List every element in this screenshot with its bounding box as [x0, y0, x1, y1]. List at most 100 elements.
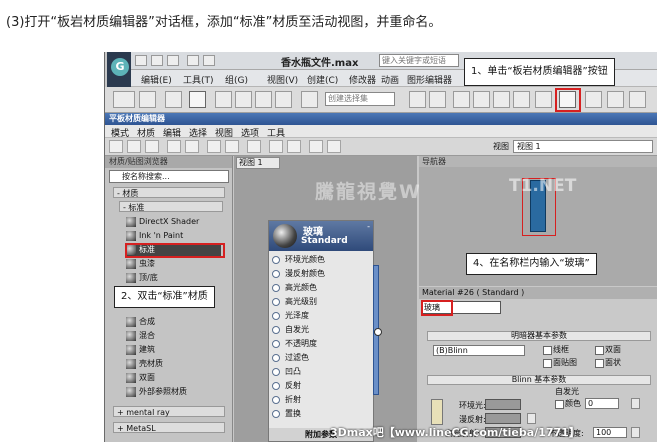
socket-icon[interactable]: [272, 396, 280, 404]
material-item[interactable]: Ink 'n Paint: [125, 230, 221, 242]
face-map-checkbox[interactable]: 面贴图: [543, 358, 577, 368]
show-map-icon[interactable]: [225, 140, 239, 153]
angle-snap-icon[interactable]: [235, 91, 252, 108]
select-icon[interactable]: [189, 91, 206, 108]
group-mental-ray[interactable]: + mental ray: [113, 406, 225, 417]
wire-checkbox[interactable]: 线框: [543, 345, 569, 355]
layout-all-icon[interactable]: [269, 140, 283, 153]
group-materials[interactable]: - 材质: [113, 187, 225, 198]
material-map-navigator-icon[interactable]: [309, 140, 323, 153]
opacity-map-button[interactable]: [631, 427, 640, 438]
background-icon[interactable]: [247, 140, 261, 153]
socket-icon[interactable]: [272, 312, 280, 320]
material-node[interactable]: 玻璃 Standard - 环境光颜色 漫反射颜色 高光颜色 高光级别 光泽度 …: [268, 220, 374, 442]
undo-icon[interactable]: [187, 55, 199, 66]
node-slot[interactable]: 环境光颜色: [271, 253, 371, 267]
assign-material-icon[interactable]: [145, 140, 159, 153]
node-slot[interactable]: 置换: [271, 407, 371, 421]
socket-icon[interactable]: [272, 340, 280, 348]
self-illum-color-checkbox[interactable]: 颜色: [555, 399, 581, 409]
link-icon[interactable]: [139, 91, 156, 108]
render-icon[interactable]: [629, 91, 646, 108]
layer-icon[interactable]: [453, 91, 470, 108]
menu-animation[interactable]: 动画: [381, 73, 399, 86]
node-slot[interactable]: 漫反射颜色: [271, 267, 371, 281]
menu-graph-editors[interactable]: 图形编辑器: [407, 73, 452, 86]
material-item[interactable]: 顶/底: [125, 272, 221, 284]
align-icon[interactable]: [429, 91, 446, 108]
ambient-swatch[interactable]: [485, 399, 521, 410]
bind-icon[interactable]: [165, 91, 182, 108]
socket-icon[interactable]: [272, 410, 280, 418]
select-tool-icon[interactable]: [109, 140, 123, 153]
parameter-editor-icon[interactable]: [327, 140, 341, 153]
shader-dropdown[interactable]: (B)Blinn: [433, 345, 525, 356]
hide-unused-icon[interactable]: [207, 140, 221, 153]
render-setup-icon[interactable]: [585, 91, 602, 108]
render-frame-icon[interactable]: [607, 91, 624, 108]
compact-material-editor-icon[interactable]: [535, 91, 552, 108]
collapse-icon[interactable]: -: [367, 222, 370, 231]
menu-views[interactable]: 视图(V): [267, 73, 298, 86]
self-illum-map-button[interactable]: [631, 398, 640, 409]
node-slot[interactable]: 高光级别: [271, 295, 371, 309]
view-tab[interactable]: 视图 1: [236, 157, 280, 169]
new-icon[interactable]: [135, 55, 147, 66]
faceted-checkbox[interactable]: 面状: [595, 358, 621, 368]
shader-rollout[interactable]: 明暗器基本参数: [427, 331, 651, 341]
pick-material-icon[interactable]: [127, 140, 141, 153]
menu-group[interactable]: 组(G): [225, 73, 248, 86]
node-slot[interactable]: 自发光: [271, 323, 371, 337]
open-icon[interactable]: [151, 55, 163, 66]
delete-icon[interactable]: [167, 140, 181, 153]
curve-editor-icon[interactable]: [493, 91, 510, 108]
blinn-rollout[interactable]: Blinn 基本参数: [427, 375, 651, 385]
node-slot[interactable]: 不透明度: [271, 337, 371, 351]
opacity-spinner[interactable]: 100: [593, 427, 627, 438]
menu-modifiers[interactable]: 修改器: [349, 73, 376, 86]
named-selection-set-dropdown[interactable]: 创建选择集: [325, 92, 395, 106]
redo-icon[interactable]: [203, 55, 215, 66]
diffuse-swatch[interactable]: [485, 413, 521, 424]
layout-children-icon[interactable]: [287, 140, 301, 153]
app-logo[interactable]: G: [107, 52, 131, 92]
material-item[interactable]: 合成: [125, 316, 221, 328]
node-slot[interactable]: 高光颜色: [271, 281, 371, 295]
schematic-view-icon[interactable]: [513, 91, 530, 108]
move-children-icon[interactable]: [185, 140, 199, 153]
socket-icon[interactable]: [272, 298, 280, 306]
search-input[interactable]: 键入关键字或短语: [379, 54, 459, 67]
group-metasl[interactable]: + MetaSL: [113, 422, 225, 433]
material-item[interactable]: 建筑: [125, 344, 221, 356]
socket-icon[interactable]: [272, 270, 280, 278]
socket-icon[interactable]: [272, 256, 280, 264]
edit-named-sel-icon[interactable]: [301, 91, 318, 108]
mirror-icon[interactable]: [409, 91, 426, 108]
two-sided-checkbox[interactable]: 双面: [595, 345, 621, 355]
material-item[interactable]: 壳材质: [125, 358, 221, 370]
material-item[interactable]: 虫漆: [125, 258, 221, 270]
socket-icon[interactable]: [272, 382, 280, 390]
self-illum-spinner[interactable]: 0: [585, 398, 619, 409]
socket-icon[interactable]: [272, 368, 280, 376]
socket-icon[interactable]: [272, 326, 280, 334]
percent-snap-icon[interactable]: [255, 91, 272, 108]
node-header[interactable]: 玻璃 Standard -: [269, 221, 373, 251]
material-item[interactable]: 双面: [125, 372, 221, 384]
undo-dropdown-icon[interactable]: [113, 91, 135, 108]
material-item[interactable]: 外部参照材质: [125, 386, 221, 398]
menu-create[interactable]: 创建(C): [307, 73, 338, 86]
menu-tools[interactable]: 工具(T): [183, 73, 214, 86]
node-slot[interactable]: 光泽度: [271, 309, 371, 323]
node-slot[interactable]: 过滤色: [271, 351, 371, 365]
node-slot[interactable]: 反射: [271, 379, 371, 393]
group-standard[interactable]: - 标准: [119, 201, 223, 212]
ribbon-icon[interactable]: [473, 91, 490, 108]
lock-icon[interactable]: [431, 399, 443, 425]
diffuse-map-button[interactable]: [527, 413, 536, 424]
socket-icon[interactable]: [272, 284, 280, 292]
output-socket-icon[interactable]: [374, 328, 382, 336]
material-item[interactable]: DirectX Shader: [125, 216, 221, 228]
socket-icon[interactable]: [272, 354, 280, 362]
snap-icon[interactable]: [215, 91, 232, 108]
